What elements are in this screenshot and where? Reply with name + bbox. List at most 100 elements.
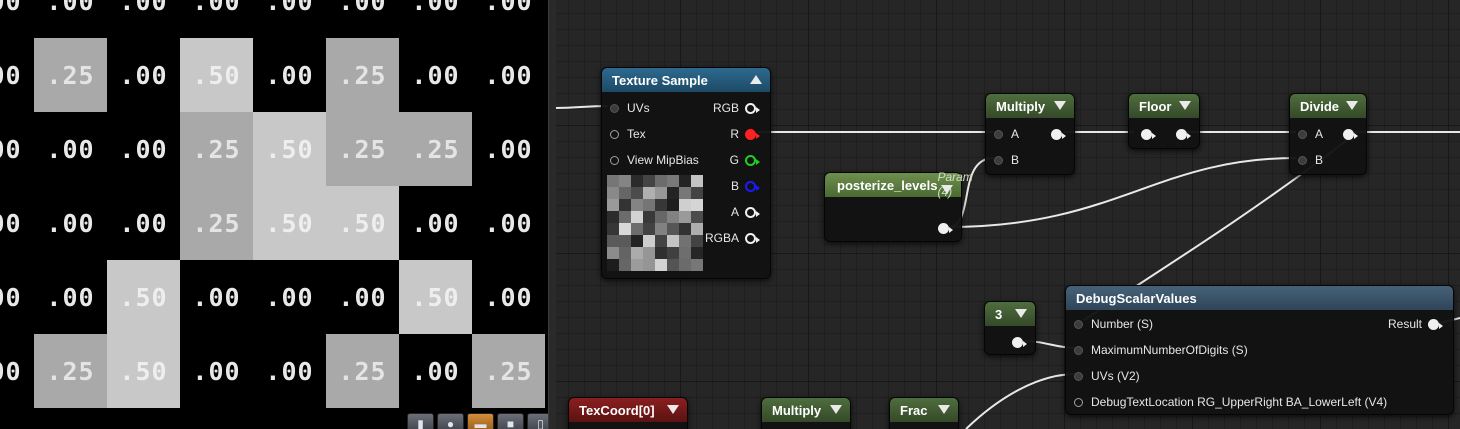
- output-pin-icon[interactable]: [745, 154, 760, 166]
- param-header[interactable]: posterize_levels Param (4): [825, 170, 973, 199]
- thumbnail-pixel: [691, 247, 703, 259]
- output-pin-icon[interactable]: [745, 128, 760, 140]
- collapse-icon[interactable]: [750, 75, 762, 84]
- texcoord-header[interactable]: TexCoord[0]: [569, 398, 687, 422]
- input-pin-icon[interactable]: [1141, 128, 1156, 140]
- pin-a[interactable]: A: [731, 204, 760, 220]
- output-pin-icon[interactable]: [1051, 128, 1066, 140]
- multiply-header[interactable]: Multiply: [762, 398, 850, 422]
- output-pin-icon[interactable]: [1012, 336, 1027, 348]
- pin-output[interactable]: [932, 220, 953, 236]
- sphere-icon[interactable]: ●: [437, 413, 464, 429]
- pin-output[interactable]: [1045, 126, 1066, 142]
- pin-output[interactable]: [1006, 334, 1027, 350]
- output-pin-icon[interactable]: [745, 102, 760, 114]
- pin-uvs[interactable]: UVs: [610, 100, 650, 116]
- thumbnail-pixel: [667, 247, 679, 259]
- output-pin-icon[interactable]: [745, 206, 760, 218]
- output-pin-icon[interactable]: [1343, 128, 1358, 140]
- pin-b[interactable]: B: [731, 178, 760, 194]
- pin-r[interactable]: R: [730, 126, 760, 142]
- debug-scalar-values-node[interactable]: DebugScalarValues Number (S) MaximumNumb…: [1065, 285, 1454, 415]
- cube-icon[interactable]: ■: [497, 413, 524, 429]
- output-pin-icon[interactable]: [1176, 128, 1191, 140]
- debug-header[interactable]: DebugScalarValues: [1066, 286, 1453, 310]
- pin-output[interactable]: [1337, 126, 1358, 142]
- frac-header[interactable]: Frac: [890, 398, 958, 422]
- input-pin-icon[interactable]: [610, 103, 619, 113]
- wire-frac-to-debug-uvs: [965, 373, 1077, 429]
- material-preview-viewport[interactable]: .00.00.00.00.00.00.00.00.00.25.00.50.00.…: [0, 0, 548, 429]
- grid-cell-value: .50: [107, 334, 180, 408]
- pin-max-digits[interactable]: MaximumNumberOfDigits (S): [1074, 342, 1248, 358]
- output-pin-icon[interactable]: [1428, 318, 1443, 330]
- floor-node[interactable]: Floor: [1128, 93, 1200, 149]
- pin-result[interactable]: Result: [1388, 316, 1443, 332]
- input-pin-icon[interactable]: [994, 129, 1003, 139]
- pin-input[interactable]: [1135, 126, 1156, 142]
- input-pin-icon[interactable]: [994, 155, 1003, 165]
- posterize-levels-param-node[interactable]: posterize_levels Param (4): [824, 170, 973, 242]
- pin-g[interactable]: G: [730, 152, 760, 168]
- node-title: TexCoord[0]: [579, 402, 655, 418]
- floor-header[interactable]: Floor: [1129, 94, 1199, 118]
- input-pin-icon[interactable]: [610, 129, 619, 139]
- constant-node[interactable]: 3: [984, 301, 1036, 355]
- collapse-icon[interactable]: [1015, 309, 1027, 318]
- collapse-icon[interactable]: [1346, 101, 1358, 110]
- collapse-icon[interactable]: [667, 405, 679, 414]
- pin-b[interactable]: B: [994, 152, 1019, 168]
- material-graph[interactable]: Texture Sample UVs Tex View MipBias RGB …: [556, 0, 1460, 429]
- thumbnail-pixel: [643, 175, 655, 187]
- pin-output[interactable]: [1170, 126, 1191, 142]
- output-pin-icon[interactable]: [938, 222, 953, 234]
- collapse-icon[interactable]: [1054, 101, 1066, 110]
- constant-header[interactable]: 3: [985, 302, 1035, 326]
- pin-rgba[interactable]: RGBA: [705, 230, 760, 246]
- grid-cell-value: .00: [180, 260, 253, 334]
- multiply-node[interactable]: Multiply A B: [985, 93, 1075, 175]
- thumbnail-pixel: [691, 187, 703, 199]
- input-pin-icon[interactable]: [1298, 129, 1307, 139]
- thumbnail-pixel: [655, 247, 667, 259]
- pin-debug-text-location[interactable]: DebugTextLocation RG_UpperRight BA_Lower…: [1074, 394, 1387, 410]
- divide-header[interactable]: Divide: [1290, 94, 1366, 118]
- pin-view-mipbias[interactable]: View MipBias: [610, 152, 699, 168]
- grid-cell-value: .00: [399, 38, 472, 112]
- texcoord-node[interactable]: TexCoord[0]: [568, 397, 688, 429]
- frac-node[interactable]: Frac: [889, 397, 959, 429]
- input-pin-icon[interactable]: [1074, 345, 1083, 355]
- collapse-icon[interactable]: [941, 185, 953, 194]
- grid-cell-value: .00: [107, 186, 180, 260]
- divide-node[interactable]: Divide A B: [1289, 93, 1367, 175]
- pin-tex[interactable]: Tex: [610, 126, 646, 142]
- multiply-header[interactable]: Multiply: [986, 94, 1074, 118]
- pin-rgb[interactable]: RGB: [713, 100, 760, 116]
- multiply-node-2[interactable]: Multiply: [761, 397, 851, 429]
- output-pin-icon[interactable]: [745, 232, 760, 244]
- collapse-icon[interactable]: [1179, 101, 1191, 110]
- thumbnail-pixel: [667, 187, 679, 199]
- pin-a[interactable]: A: [994, 126, 1019, 142]
- input-pin-icon[interactable]: [1298, 155, 1307, 165]
- plane-icon[interactable]: ▬: [467, 413, 494, 429]
- texture-sample-node[interactable]: Texture Sample UVs Tex View MipBias RGB …: [601, 67, 771, 279]
- thumbnail-pixel: [691, 211, 703, 223]
- cylinder-icon[interactable]: ▯: [527, 413, 548, 429]
- grid-cell-value: .00: [472, 186, 545, 260]
- perspective-icon[interactable]: ▮: [407, 413, 434, 429]
- pin-number[interactable]: Number (S): [1074, 316, 1153, 332]
- input-pin-icon[interactable]: [610, 155, 619, 165]
- pin-uvs[interactable]: UVs (V2): [1074, 368, 1140, 384]
- collapse-icon[interactable]: [830, 405, 842, 414]
- input-pin-icon[interactable]: [1074, 319, 1083, 329]
- thumbnail-pixel: [607, 187, 619, 199]
- pin-a[interactable]: A: [1298, 126, 1323, 142]
- output-pin-icon[interactable]: [745, 180, 760, 192]
- node-title: Frac: [900, 402, 928, 418]
- texture-sample-header[interactable]: Texture Sample: [602, 68, 770, 92]
- pin-b[interactable]: B: [1298, 152, 1323, 168]
- input-pin-icon[interactable]: [1074, 397, 1083, 407]
- input-pin-icon[interactable]: [1074, 371, 1083, 381]
- collapse-icon[interactable]: [938, 405, 950, 414]
